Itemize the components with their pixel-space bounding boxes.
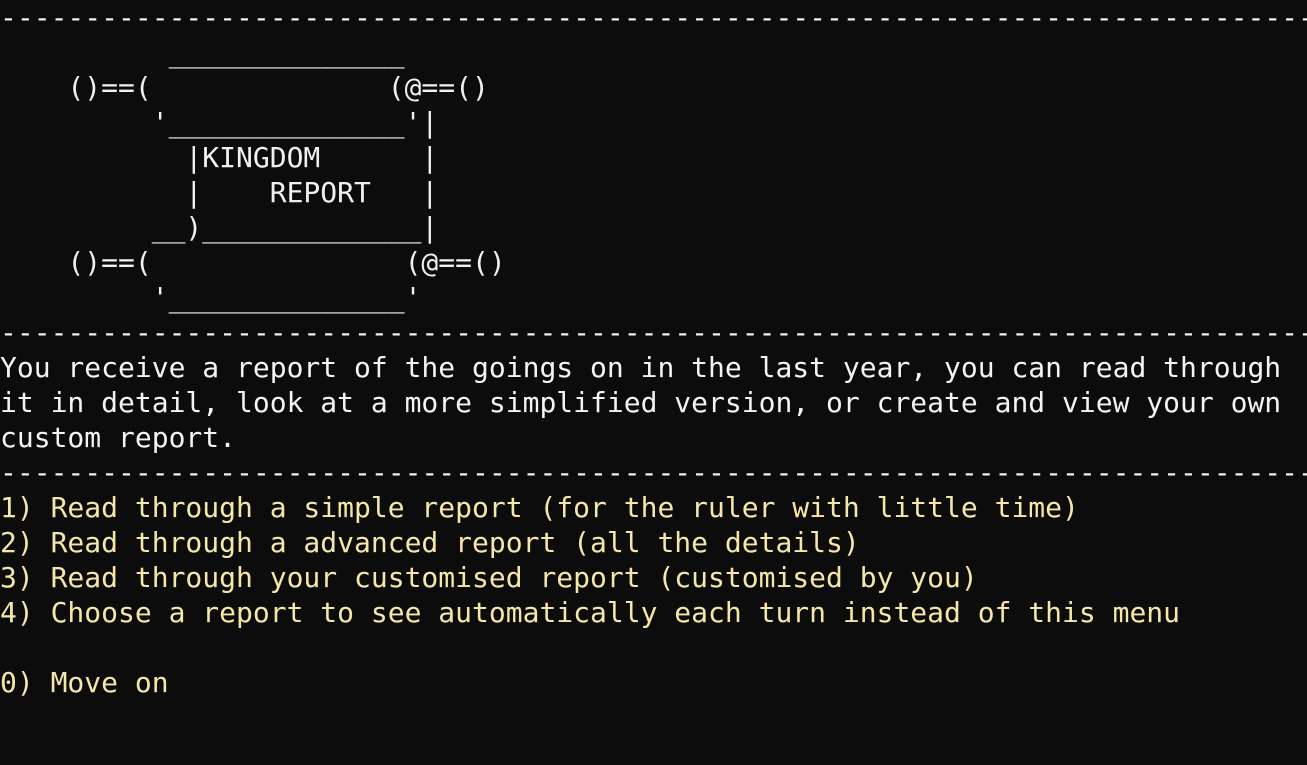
description-line-0: You receive a report of the goings on in… [0,351,1282,384]
menu-option-3[interactable]: 3) Read through your customised report (… [0,560,978,595]
banner-line-5: | REPORT | [0,176,439,209]
description-line-2: custom report. [0,421,237,454]
separator-bottom: ----------------------------------------… [0,456,1307,489]
menu-option-1[interactable]: 1) Read through a simple report (for the… [0,490,1079,525]
terminal-window: ----------------------------------------… [0,0,1307,765]
banner-line-3: '______________'| [0,106,439,139]
menu-option-2[interactable]: 2) Read through a advanced report (all t… [0,525,860,560]
banner-line-7: ()==( (@==() [0,246,506,279]
menu-option-4[interactable]: 4) Choose a report to see automatically … [0,595,1180,630]
separator-middle: ----------------------------------------… [0,316,1307,349]
separator-top: ----------------------------------------… [0,1,1307,34]
description-line-1: it in detail, look at a more simplified … [0,386,1282,419]
banner-line-2: ()==( (@==() [0,71,489,104]
banner-line-4: |KINGDOM | [0,141,439,174]
banner-line-1: ______________ [0,36,405,69]
menu-option-0[interactable]: 0) Move on [0,665,169,700]
banner-line-6: __)_____________| [0,211,439,244]
banner-line-8: '______________' [0,281,422,314]
